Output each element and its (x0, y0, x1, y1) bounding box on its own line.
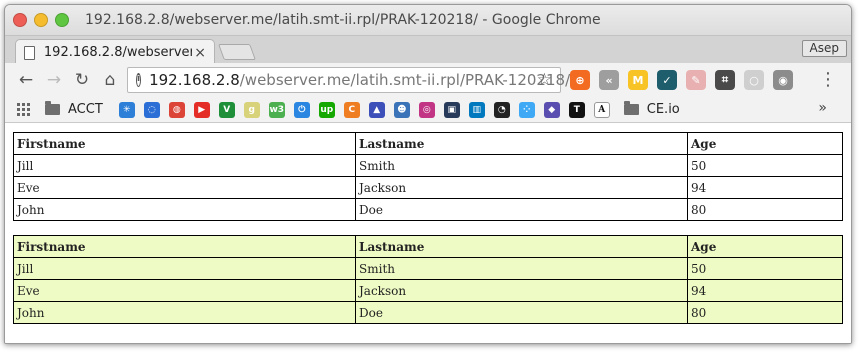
bookmark-star-icon[interactable]: ☆ (537, 70, 552, 90)
bm-box-icon[interactable]: ▣ (443, 101, 460, 118)
bm-robot-icon[interactable]: ☻ (393, 101, 410, 118)
back-button[interactable]: ← (15, 69, 37, 91)
ext-check-icon[interactable]: ✓ (657, 70, 677, 90)
bm-c-icon[interactable]: C (343, 101, 360, 118)
info-icon[interactable]: i (136, 73, 142, 87)
cell-age: 50 (687, 154, 843, 177)
url-path: /webserver.me/latih.smt-ii.rpl/PRAK-1202… (239, 71, 571, 89)
new-tab-button[interactable] (218, 44, 256, 60)
cell-firstname: John (13, 301, 356, 324)
bm-instagram-icon[interactable]: ◎ (418, 101, 435, 118)
cell-age: 94 (687, 176, 843, 199)
home-button[interactable]: ⌂ (99, 69, 121, 91)
bookmarks-overflow-icon[interactable]: » (818, 100, 827, 116)
styled-table: Firstname Lastname Age Jill Smith 50 Eve… (13, 235, 843, 324)
tab-active[interactable]: 192.168.2.8/webserver.me/latih.smt-ii.rp… (15, 39, 215, 65)
menu-icon[interactable]: ⋮ (819, 69, 837, 90)
bookmark-folder-ceio[interactable]: CE.io (647, 102, 680, 117)
cell-age: 80 (687, 198, 843, 221)
cell-firstname: John (13, 198, 356, 221)
cell-firstname: Jill (13, 154, 356, 177)
table-header-row: Firstname Lastname Age (13, 132, 843, 155)
cell-firstname: Eve (13, 279, 356, 302)
minimize-window-button[interactable] (34, 13, 48, 27)
toolbar: ← → ↻ ⌂ i 192.168.2.8/webserver.me/latih… (5, 63, 851, 97)
header-firstname: Firstname (13, 235, 356, 258)
profile-button[interactable]: Asep (801, 40, 847, 57)
header-lastname: Lastname (355, 235, 688, 258)
bm-chrome-icon[interactable]: ◍ (168, 101, 185, 118)
window-title: 192.168.2.8/webserver.me/latih.smt-ii.rp… (85, 12, 601, 28)
bm-snowflake-icon[interactable]: ✳ (118, 101, 135, 118)
tab-strip: 192.168.2.8/webserver.me/latih.smt-ii.rp… (5, 35, 851, 65)
bm-a-icon[interactable]: ▲ (368, 101, 385, 118)
bm-power-icon[interactable]: ⏻ (293, 101, 310, 118)
page-content: Firstname Lastname Age Jill Smith 50 Eve… (5, 123, 851, 343)
cell-lastname: Smith (355, 257, 688, 280)
bookmark-icons: ✳ ◌ ◍ ▶ Vg w3 ⏻ up C ▲ ☻ ◎ ▣ ▥ ◔ ⁘ ◆ T A (118, 101, 610, 118)
plain-table: Firstname Lastname Age Jill Smith 50 Eve… (13, 132, 843, 221)
bm-up-icon[interactable]: up (318, 101, 335, 118)
document-icon (24, 45, 35, 60)
close-tab-icon[interactable]: × (194, 45, 206, 61)
url-text[interactable]: 192.168.2.8/webserver.me/latih.smt-ii.rp… (149, 71, 570, 89)
maximize-window-button[interactable] (55, 13, 69, 27)
title-bar: 192.168.2.8/webserver.me/latih.smt-ii.rp… (5, 5, 851, 35)
ext-camera-icon[interactable]: ◉ (773, 70, 793, 90)
cell-lastname: Jackson (355, 279, 688, 302)
ext-orange-icon[interactable]: ⊕ (570, 70, 590, 90)
forward-button[interactable]: → (43, 69, 65, 91)
ext-eraser-icon[interactable]: ✎ (686, 70, 706, 90)
ext-ring-icon[interactable]: ○ (744, 70, 764, 90)
ext-m-icon[interactable]: M (628, 70, 648, 90)
bm-circle-icon[interactable]: ◔ (493, 101, 510, 118)
table-row: Eve Jackson 94 (13, 176, 843, 199)
address-bar[interactable]: i 192.168.2.8/webserver.me/latih.smt-ii.… (127, 67, 570, 93)
cell-lastname: Jackson (355, 176, 688, 199)
bm-badge-icon[interactable]: ◆ (543, 101, 560, 118)
close-window-button[interactable] (13, 13, 27, 27)
cell-age: 80 (687, 301, 843, 324)
header-lastname: Lastname (355, 132, 688, 155)
bookmark-folder-acct[interactable]: ACCT (68, 102, 103, 117)
bm-t-icon[interactable]: T (568, 101, 585, 118)
bookmarks-bar: ACCT ✳ ◌ ◍ ▶ Vg w3 ⏻ up C ▲ ☻ ◎ ▣ ▥ ◔ ⁘ ◆ T A CE.io (5, 97, 851, 123)
table-header-row: Firstname Lastname Age (13, 235, 843, 258)
header-age: Age (687, 132, 843, 155)
cell-age: 50 (687, 257, 843, 280)
bm-spinner-icon[interactable]: ◌ (143, 101, 160, 118)
bm-serif-a-icon[interactable]: A (593, 101, 610, 118)
browser-window: 192.168.2.8/webserver.me/latih.smt-ii.rp… (4, 4, 852, 344)
apps-icon[interactable] (17, 102, 31, 117)
ext-grey-icon[interactable]: « (599, 70, 619, 90)
header-age: Age (687, 235, 843, 258)
bm-v-icon[interactable]: V (218, 101, 235, 118)
cell-firstname: Eve (13, 176, 356, 199)
table-row: Jill Smith 50 (13, 257, 843, 280)
table-row: Eve Jackson 94 (13, 279, 843, 302)
folder-icon[interactable] (45, 101, 60, 115)
bm-youtube-icon[interactable]: ▶ (193, 101, 210, 118)
url-host: 192.168.2.8 (149, 71, 240, 89)
extensions-area: ⊕ « M ✓ ✎ ⌗ ○ ◉ (570, 70, 793, 90)
table-row: Jill Smith 50 (13, 154, 843, 177)
cell-firstname: Jill (13, 257, 356, 280)
cell-lastname: Smith (355, 154, 688, 177)
bm-g-icon[interactable]: g (243, 101, 260, 118)
folder-icon[interactable] (623, 101, 639, 115)
cell-lastname: Doe (355, 301, 688, 324)
reload-button[interactable]: ↻ (71, 69, 93, 91)
table-row: John Doe 80 (13, 198, 843, 221)
bm-trello-icon[interactable]: ▥ (468, 101, 485, 118)
ext-crop-icon[interactable]: ⌗ (715, 70, 735, 90)
window-controls (13, 13, 69, 27)
table-row: John Doe 80 (13, 301, 843, 324)
tab-label: 192.168.2.8/webserver.me/latih.smt-ii.rp… (43, 45, 192, 60)
cell-lastname: Doe (355, 198, 688, 221)
cell-age: 94 (687, 279, 843, 302)
bm-w3-icon[interactable]: w3 (268, 101, 285, 118)
header-firstname: Firstname (13, 132, 356, 155)
bm-dots-icon[interactable]: ⁘ (518, 101, 535, 118)
